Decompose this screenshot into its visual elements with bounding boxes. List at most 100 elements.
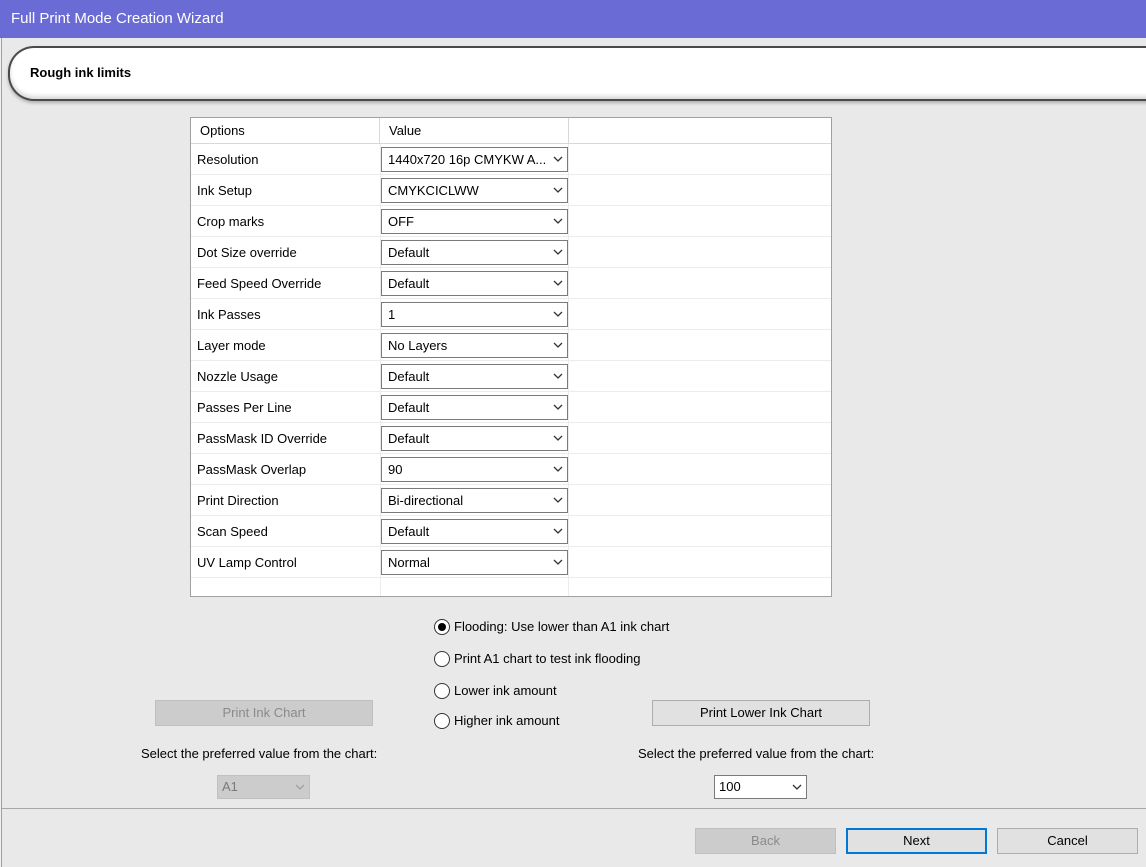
- footer-divider: [2, 808, 1146, 809]
- left-chart-prompt: Select the preferred value from the char…: [141, 746, 378, 761]
- chevron-down-icon: [792, 784, 802, 790]
- option-label: PassMask Overlap: [197, 462, 307, 477]
- chevron-down-icon: [553, 187, 563, 193]
- option-value-select[interactable]: Normal: [381, 550, 568, 575]
- option-value: Normal: [388, 555, 430, 570]
- wizard-client-area: Rough ink limits Options Value Resolutio…: [1, 38, 1146, 867]
- radio-icon[interactable]: [434, 713, 450, 729]
- grid-row: Ink Setup CMYKCICLWW: [191, 175, 831, 206]
- chevron-down-icon: [553, 435, 563, 441]
- cell-divider: [568, 268, 569, 299]
- option-label: Passes Per Line: [197, 400, 292, 415]
- chevron-down-icon: [553, 528, 563, 534]
- cell-divider: [568, 423, 569, 454]
- print-lower-ink-chart-button[interactable]: Print Lower Ink Chart: [652, 700, 870, 726]
- print-ink-chart-button[interactable]: Print Ink Chart: [155, 700, 373, 726]
- radio-option[interactable]: Print A1 chart to test ink flooding: [434, 650, 694, 668]
- left-chart-value-select[interactable]: A1: [217, 775, 310, 799]
- option-value: 1: [388, 307, 396, 322]
- radio-label: Higher ink amount: [454, 713, 560, 728]
- radio-icon[interactable]: [434, 683, 450, 699]
- radio-icon[interactable]: [434, 619, 450, 635]
- chevron-down-icon: [553, 559, 563, 565]
- grid-row: PassMask Overlap 90: [191, 454, 831, 485]
- option-value-select[interactable]: 1: [381, 302, 568, 327]
- option-value-select[interactable]: Default: [381, 271, 568, 296]
- cell-divider: [568, 392, 569, 423]
- option-label: Ink Setup: [197, 183, 252, 198]
- option-label: Dot Size override: [197, 245, 297, 260]
- option-value-select[interactable]: Default: [381, 240, 568, 265]
- chevron-down-icon: [553, 280, 563, 286]
- next-button[interactable]: Next: [846, 828, 987, 854]
- cell-divider: [568, 237, 569, 268]
- column-header-options[interactable]: Options: [191, 118, 380, 144]
- option-label: Resolution: [197, 152, 259, 167]
- option-value: OFF: [388, 214, 414, 229]
- option-label: Crop marks: [197, 214, 265, 229]
- left-chart-value: A1: [222, 779, 238, 794]
- cancel-button[interactable]: Cancel: [997, 828, 1138, 854]
- chevron-down-icon: [553, 373, 563, 379]
- option-value: Default: [388, 431, 430, 446]
- option-value: Default: [388, 369, 430, 384]
- option-value: Default: [388, 245, 430, 260]
- option-value: Bi-directional: [388, 493, 464, 508]
- chevron-down-icon: [553, 249, 563, 255]
- option-value: No Layers: [388, 338, 448, 353]
- chevron-down-icon: [553, 497, 563, 503]
- column-header-value[interactable]: Value: [380, 118, 569, 144]
- option-value-select[interactable]: No Layers: [381, 333, 568, 358]
- option-value: Default: [388, 524, 430, 539]
- cell-divider: [568, 547, 569, 578]
- option-label: Nozzle Usage: [197, 369, 278, 384]
- grid-row: Dot Size override Default: [191, 237, 831, 268]
- option-value-select[interactable]: Default: [381, 395, 568, 420]
- option-value: Default: [388, 400, 430, 415]
- chevron-down-icon: [553, 156, 563, 162]
- cell-divider: [568, 516, 569, 547]
- step-title: Rough ink limits: [30, 65, 132, 80]
- step-header: Rough ink limits: [8, 46, 1146, 101]
- option-value-select[interactable]: OFF: [381, 209, 568, 234]
- radio-option[interactable]: Lower ink amount: [434, 682, 694, 700]
- cell-divider: [568, 577, 569, 596]
- radio-label: Print A1 chart to test ink flooding: [454, 651, 641, 666]
- cell-divider: [568, 454, 569, 485]
- right-chart-value-select[interactable]: 100: [714, 775, 807, 799]
- radio-label: Flooding: Use lower than A1 ink chart: [454, 619, 670, 634]
- option-value-select[interactable]: Bi-directional: [381, 488, 568, 513]
- grid-row: Print Direction Bi-directional: [191, 485, 831, 516]
- option-value-select[interactable]: Default: [381, 519, 568, 544]
- right-chart-value: 100: [719, 779, 741, 794]
- grid-row: Resolution 1440x720 16p CMYKW A...: [191, 144, 831, 175]
- option-value-select[interactable]: CMYKCICLWW: [381, 178, 568, 203]
- cell-divider: [380, 577, 381, 596]
- option-label: Ink Passes: [197, 307, 261, 322]
- option-value-select[interactable]: 1440x720 16p CMYKW A...: [381, 147, 568, 172]
- chevron-down-icon: [553, 342, 563, 348]
- grid-row: Nozzle Usage Default: [191, 361, 831, 392]
- option-label: PassMask ID Override: [197, 431, 328, 446]
- cell-divider: [568, 485, 569, 516]
- grid-row: Ink Passes 1: [191, 299, 831, 330]
- radio-option[interactable]: Flooding: Use lower than A1 ink chart: [434, 618, 694, 636]
- window-title: Full Print Mode Creation Wizard: [11, 10, 224, 27]
- grid-row: PassMask ID Override Default: [191, 423, 831, 454]
- option-value-select[interactable]: Default: [381, 426, 568, 451]
- option-value-select[interactable]: 90: [381, 457, 568, 482]
- chevron-down-icon: [553, 466, 563, 472]
- chevron-down-icon: [553, 311, 563, 317]
- option-value-select[interactable]: Default: [381, 364, 568, 389]
- option-value: Default: [388, 276, 430, 291]
- radio-label: Lower ink amount: [454, 683, 557, 698]
- grid-row: Crop marks OFF: [191, 206, 831, 237]
- radio-icon[interactable]: [434, 651, 450, 667]
- grid-row: Scan Speed Default: [191, 516, 831, 547]
- option-value: CMYKCICLWW: [388, 183, 479, 198]
- chevron-down-icon: [295, 784, 305, 790]
- cell-divider: [568, 175, 569, 206]
- grid-header: Options Value: [191, 118, 831, 144]
- option-value: 1440x720 16p CMYKW A...: [388, 152, 547, 167]
- back-button[interactable]: Back: [695, 828, 836, 854]
